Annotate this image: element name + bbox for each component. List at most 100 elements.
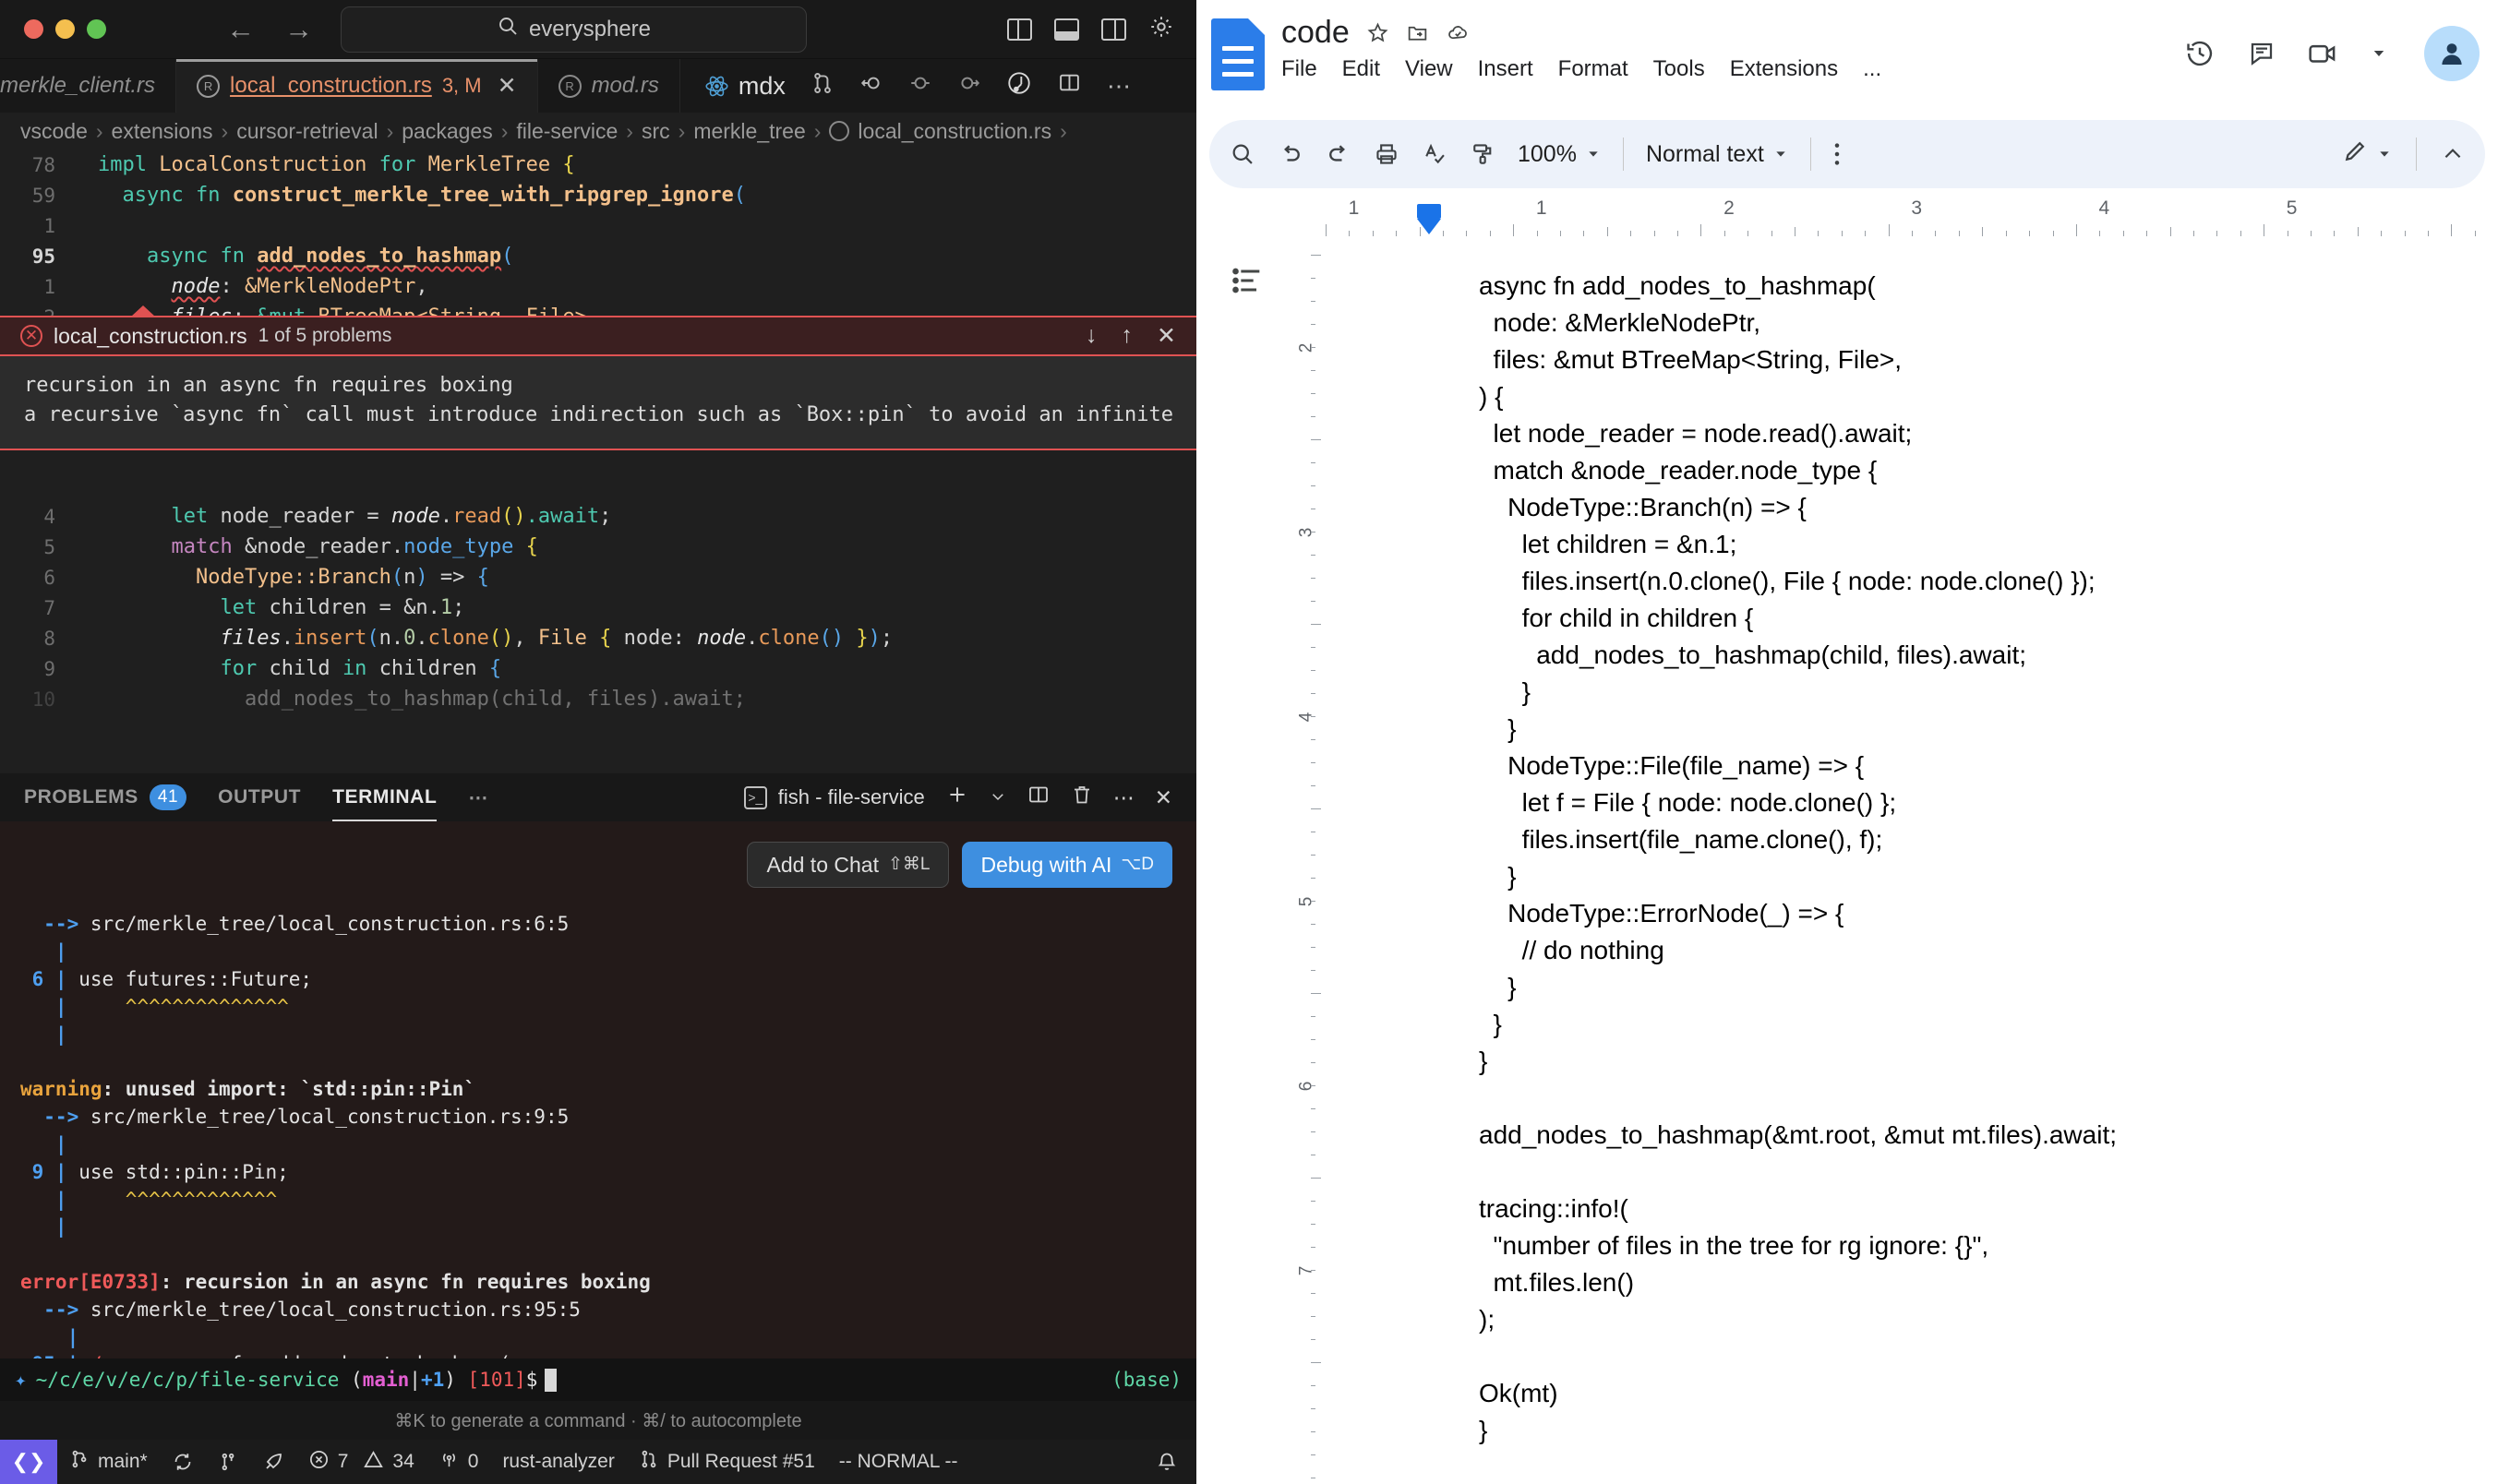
breadcrumb-item[interactable]: merkle_tree	[693, 119, 805, 144]
undo-icon[interactable]	[1278, 141, 1303, 167]
first-line-indent-handle[interactable]	[1416, 204, 1441, 219]
split-editor-icon[interactable]	[1057, 71, 1082, 101]
prev-problem-icon[interactable]: ↑	[1122, 322, 1134, 350]
paint-format-icon[interactable]	[1470, 141, 1495, 167]
forward-icon[interactable]: →	[284, 15, 313, 43]
panel-tab-overflow[interactable]: ⋯	[468, 786, 488, 809]
chevron-down-icon[interactable]	[2371, 45, 2387, 62]
status-problems[interactable]: 7 34	[296, 1449, 426, 1476]
indent-marker[interactable]	[1416, 204, 1441, 234]
back-icon[interactable]: ←	[226, 15, 255, 43]
panel-tab-terminal[interactable]: TERMINAL	[332, 786, 438, 821]
editor-tab-mod[interactable]: R mod.rs	[537, 59, 680, 113]
layout-controls[interactable]	[1007, 14, 1174, 44]
star-icon[interactable]	[1366, 21, 1389, 44]
editor-tab-local-construction[interactable]: R local_construction.rs 3, M ✕	[176, 59, 538, 113]
breadcrumb-item[interactable]: packages	[402, 119, 492, 144]
breadcrumb-item[interactable]: local_construction.rs	[858, 119, 1051, 144]
breadcrumb-item[interactable]: vscode	[20, 119, 88, 144]
window-traffic-lights[interactable]	[0, 19, 106, 39]
more-actions-icon[interactable]: ⋯	[1107, 72, 1131, 101]
chevron-down-icon[interactable]	[990, 785, 1006, 810]
more-actions-icon[interactable]: ⋯	[1113, 785, 1135, 810]
left-indent-handle[interactable]	[1416, 219, 1441, 234]
rocket-icon[interactable]	[250, 1451, 296, 1473]
redo-icon[interactable]	[1326, 141, 1351, 167]
source-control-branch-icon[interactable]	[811, 71, 835, 102]
pending-changes-icon[interactable]	[206, 1452, 250, 1472]
move-to-folder-icon[interactable]	[1406, 21, 1429, 44]
go-back-change-icon[interactable]	[859, 71, 883, 102]
terminal-prompt[interactable]: ✦ ~/c/e/v/e/c/p/file-service (main | +1) […	[0, 1358, 1196, 1401]
menu-format[interactable]: Format	[1558, 56, 1628, 82]
menu-edit[interactable]: Edit	[1342, 56, 1380, 82]
chevron-up-icon[interactable]	[2441, 142, 2465, 166]
bell-icon[interactable]	[1144, 1451, 1196, 1473]
toggle-panel-icon[interactable]	[1054, 18, 1079, 41]
problem-actions[interactable]: ↓ ↑ ✕	[1086, 322, 1176, 350]
google-docs-logo[interactable]	[1211, 18, 1265, 90]
split-terminal-icon[interactable]	[1027, 784, 1051, 811]
comment-history-icon[interactable]	[2247, 39, 2276, 68]
breadcrumb[interactable]: vscode › extensions › cursor-retrieval › pa…	[0, 113, 1196, 150]
add-to-chat-button[interactable]: Add to Chat ⇧⌘L	[747, 842, 950, 888]
breadcrumb-item[interactable]: src	[642, 119, 670, 144]
maximize-window-button[interactable]	[87, 19, 106, 39]
next-problem-icon[interactable]: ↓	[1086, 322, 1098, 350]
code-editor[interactable]: 78 impl LocalConstruction for MerkleTree…	[0, 150, 1196, 773]
close-icon[interactable]: ✕	[498, 72, 517, 100]
status-ports[interactable]: 0	[426, 1449, 491, 1476]
breadcrumb-item[interactable]: file-service	[516, 119, 618, 144]
version-history-icon[interactable]	[2184, 38, 2216, 69]
current-change-icon[interactable]	[908, 71, 932, 102]
more-vertical-icon[interactable]	[1833, 140, 1841, 168]
close-icon[interactable]: ✕	[1155, 785, 1172, 810]
zoom-select[interactable]: 100%	[1518, 141, 1601, 168]
close-window-button[interactable]	[24, 19, 43, 39]
menu-extensions[interactable]: Extensions	[1730, 56, 1838, 82]
menu-file[interactable]: File	[1281, 56, 1317, 82]
status-pull-request[interactable]: Pull Request #51	[627, 1449, 827, 1475]
close-icon[interactable]: ✕	[1157, 322, 1176, 350]
search-icon[interactable]	[1230, 141, 1255, 167]
debug-with-ai-button[interactable]: Debug with AI ⌥D	[962, 842, 1172, 888]
toggle-secondary-sidebar-icon[interactable]	[1101, 18, 1126, 41]
minimize-window-button[interactable]	[55, 19, 75, 39]
status-branch[interactable]: main*	[57, 1449, 160, 1475]
command-search-input[interactable]: everysphere	[341, 6, 807, 53]
active-terminal-chip[interactable]: >_ fish - file-service	[743, 785, 925, 809]
panel-tab-problems[interactable]: PROBLEMS 41	[24, 784, 187, 810]
user-avatar[interactable]	[2424, 26, 2480, 81]
sync-icon[interactable]	[160, 1451, 206, 1473]
video-camera-icon[interactable]	[2308, 40, 2339, 67]
horizontal-ruler[interactable]: 1 1 2 3 4 5	[1196, 197, 2498, 236]
remote-window-icon[interactable]: ❮❯	[0, 1440, 57, 1484]
menu-more[interactable]: ...	[1863, 56, 1881, 82]
plus-icon[interactable]	[945, 783, 969, 812]
status-language[interactable]: rust-analyzer	[490, 1451, 626, 1473]
document-outline-toggle[interactable]	[1196, 236, 1298, 1484]
toggle-primary-sidebar-icon[interactable]	[1007, 18, 1032, 41]
trash-icon[interactable]	[1071, 783, 1093, 812]
cloud-saved-icon[interactable]	[1446, 21, 1471, 44]
gear-icon[interactable]	[1148, 14, 1174, 44]
go-forward-change-icon[interactable]	[957, 71, 981, 102]
document-title[interactable]: code	[1281, 15, 1350, 51]
menu-view[interactable]: View	[1405, 56, 1453, 82]
menu-tools[interactable]: Tools	[1653, 56, 1705, 82]
document-page[interactable]: async fn add_nodes_to_hashmap( node: &Me…	[1322, 236, 2498, 1484]
editor-tab-merkle-client[interactable]: merkle_client.rs	[0, 59, 177, 113]
paragraph-style-select[interactable]: Normal text	[1646, 141, 1788, 168]
nav-arrows[interactable]: ← →	[226, 15, 313, 43]
print-icon[interactable]	[1374, 141, 1399, 167]
editing-mode-select[interactable]	[2342, 138, 2392, 171]
terminal-output[interactable]: Add to Chat ⇧⌘L Debug with AI ⌥D --> src…	[0, 821, 1196, 1358]
breadcrumb-item[interactable]: extensions	[112, 119, 213, 144]
spellcheck-icon[interactable]	[1422, 141, 1447, 167]
mdx-preview-button[interactable]: mdx	[704, 72, 786, 101]
menu-insert[interactable]: Insert	[1478, 56, 1533, 82]
breadcrumb-item[interactable]: cursor-retrieval	[236, 119, 378, 144]
run-debug-icon[interactable]	[1006, 70, 1032, 102]
gdocs-menubar[interactable]: File Edit View Insert Format Tools Exten…	[1281, 56, 1881, 82]
panel-tab-output[interactable]: OUTPUT	[218, 786, 301, 808]
